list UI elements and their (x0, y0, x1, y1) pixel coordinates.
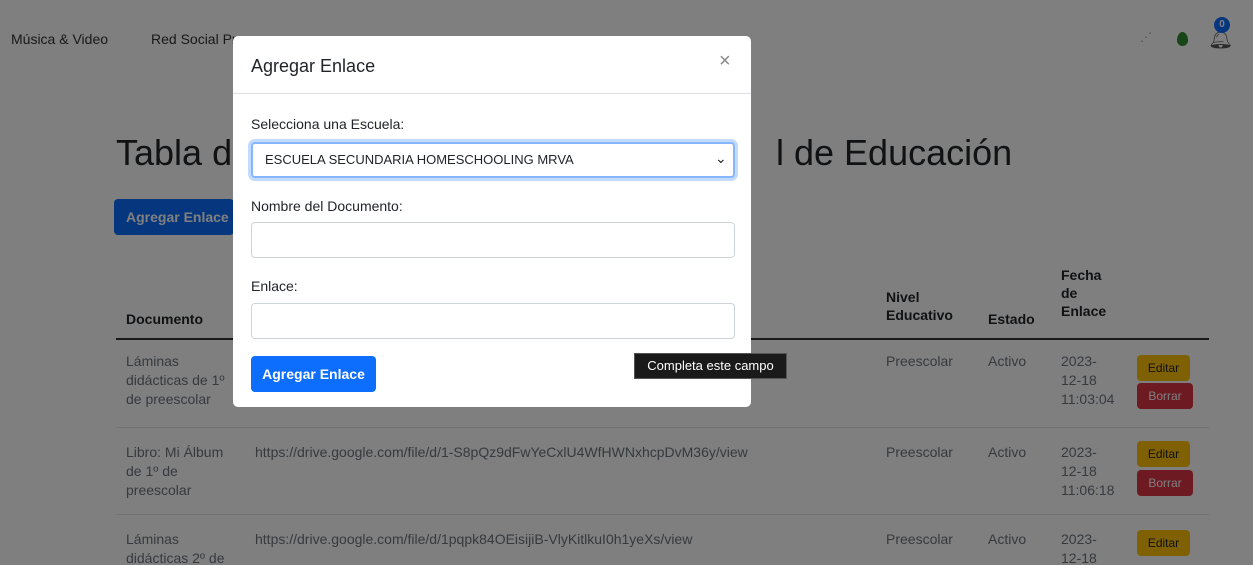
school-select[interactable]: ESCUELA SECUNDARIA HOMESCHOOLING MRVA ⌄ (251, 142, 735, 178)
school-selected-value: ESCUELA SECUNDARIA HOMESCHOOLING MRVA (265, 152, 574, 167)
school-label: Selecciona una Escuela: (251, 116, 405, 132)
submit-add-link-button[interactable]: Agregar Enlace (251, 356, 376, 392)
document-name-input[interactable] (251, 222, 735, 258)
document-name-label: Nombre del Documento: (251, 198, 403, 214)
add-link-modal: Agregar Enlace × Selecciona una Escuela:… (233, 36, 751, 407)
close-icon[interactable]: × (719, 50, 731, 73)
link-input[interactable] (251, 303, 735, 339)
chevron-down-icon: ⌄ (715, 150, 727, 166)
link-label: Enlace: (251, 278, 298, 294)
validation-tooltip: Completa este campo (634, 353, 787, 379)
modal-title: Agregar Enlace (251, 56, 376, 76)
modal-header: Agregar Enlace × (233, 36, 751, 94)
